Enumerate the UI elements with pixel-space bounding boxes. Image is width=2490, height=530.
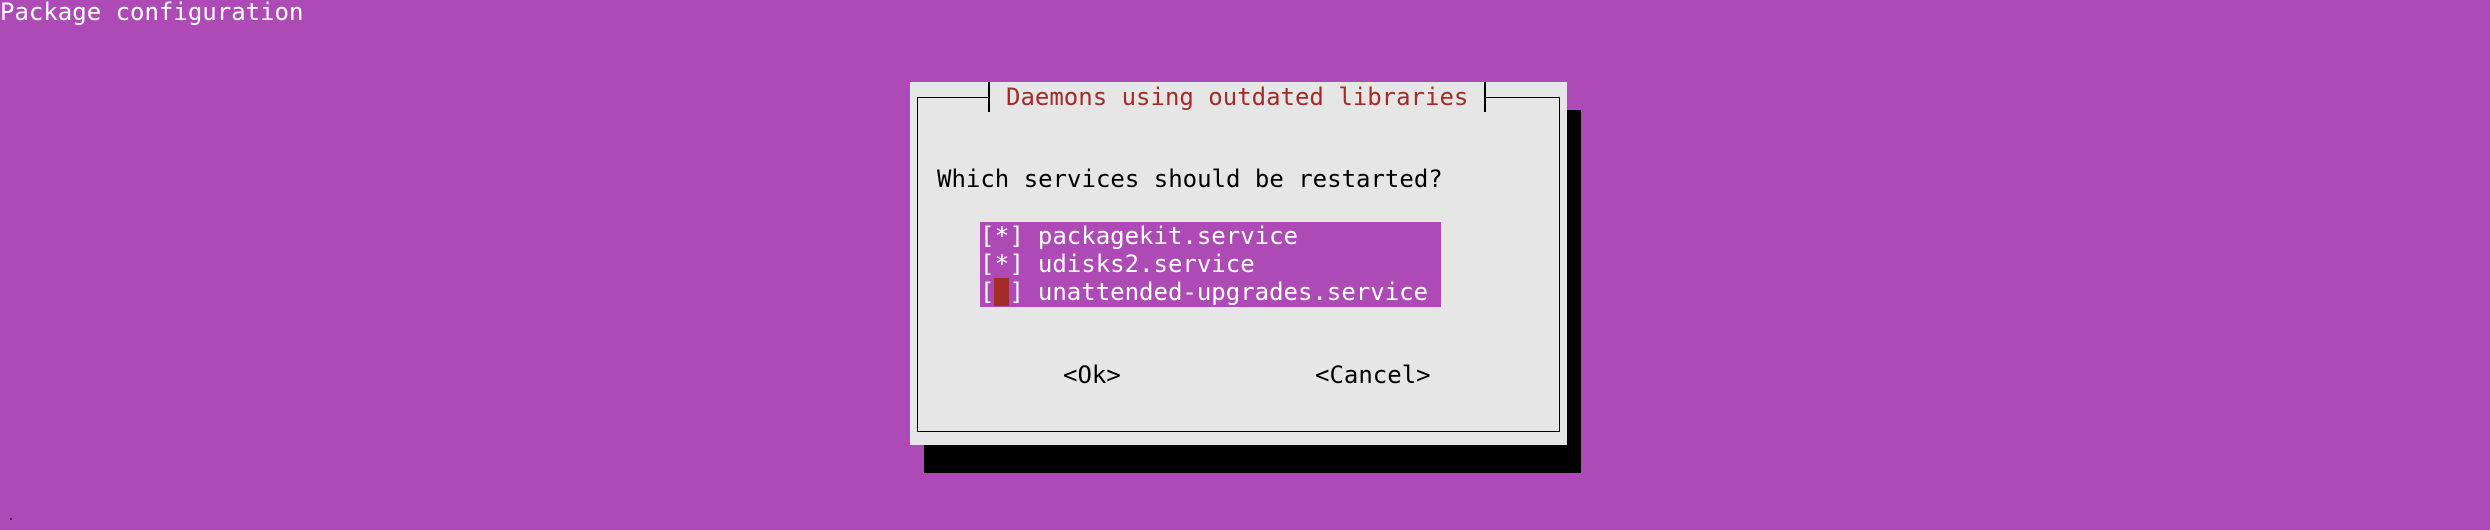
service-item-packagekit[interactable]: [*] packagekit.service <box>980 222 1298 250</box>
service-item-unattended-upgrades[interactable]: [ ] unattended-upgrades.service <box>980 278 1428 306</box>
window-title: Package configuration <box>0 0 304 26</box>
dialog-title: Daemons using outdated libraries <box>988 82 1487 112</box>
service-item-udisks2[interactable]: [*] udisks2.service <box>980 250 1255 278</box>
check-mark: * <box>994 222 1010 250</box>
cancel-button[interactable]: <Cancel> <box>1315 361 1431 389</box>
service-label: udisks2.service <box>1037 250 1255 278</box>
ok-button[interactable]: <Ok> <box>1063 361 1121 389</box>
service-checklist: [*] packagekit.service [*] udisks2.service… <box>980 222 1441 307</box>
checkbox[interactable]: [ ] <box>980 278 1024 306</box>
service-label: packagekit.service <box>1037 222 1298 250</box>
checkbox[interactable]: [*] <box>980 222 1024 250</box>
check-mark: * <box>994 250 1010 278</box>
restart-services-dialog: Daemons using outdated libraries Which s… <box>910 82 1567 445</box>
terminal-cursor-mark <box>10 518 12 520</box>
selection-cursor <box>994 278 1010 306</box>
dialog-question: Which services should be restarted? <box>937 165 1443 193</box>
checkbox[interactable]: [*] <box>980 250 1024 278</box>
service-label: unattended-upgrades.service <box>1037 278 1429 306</box>
